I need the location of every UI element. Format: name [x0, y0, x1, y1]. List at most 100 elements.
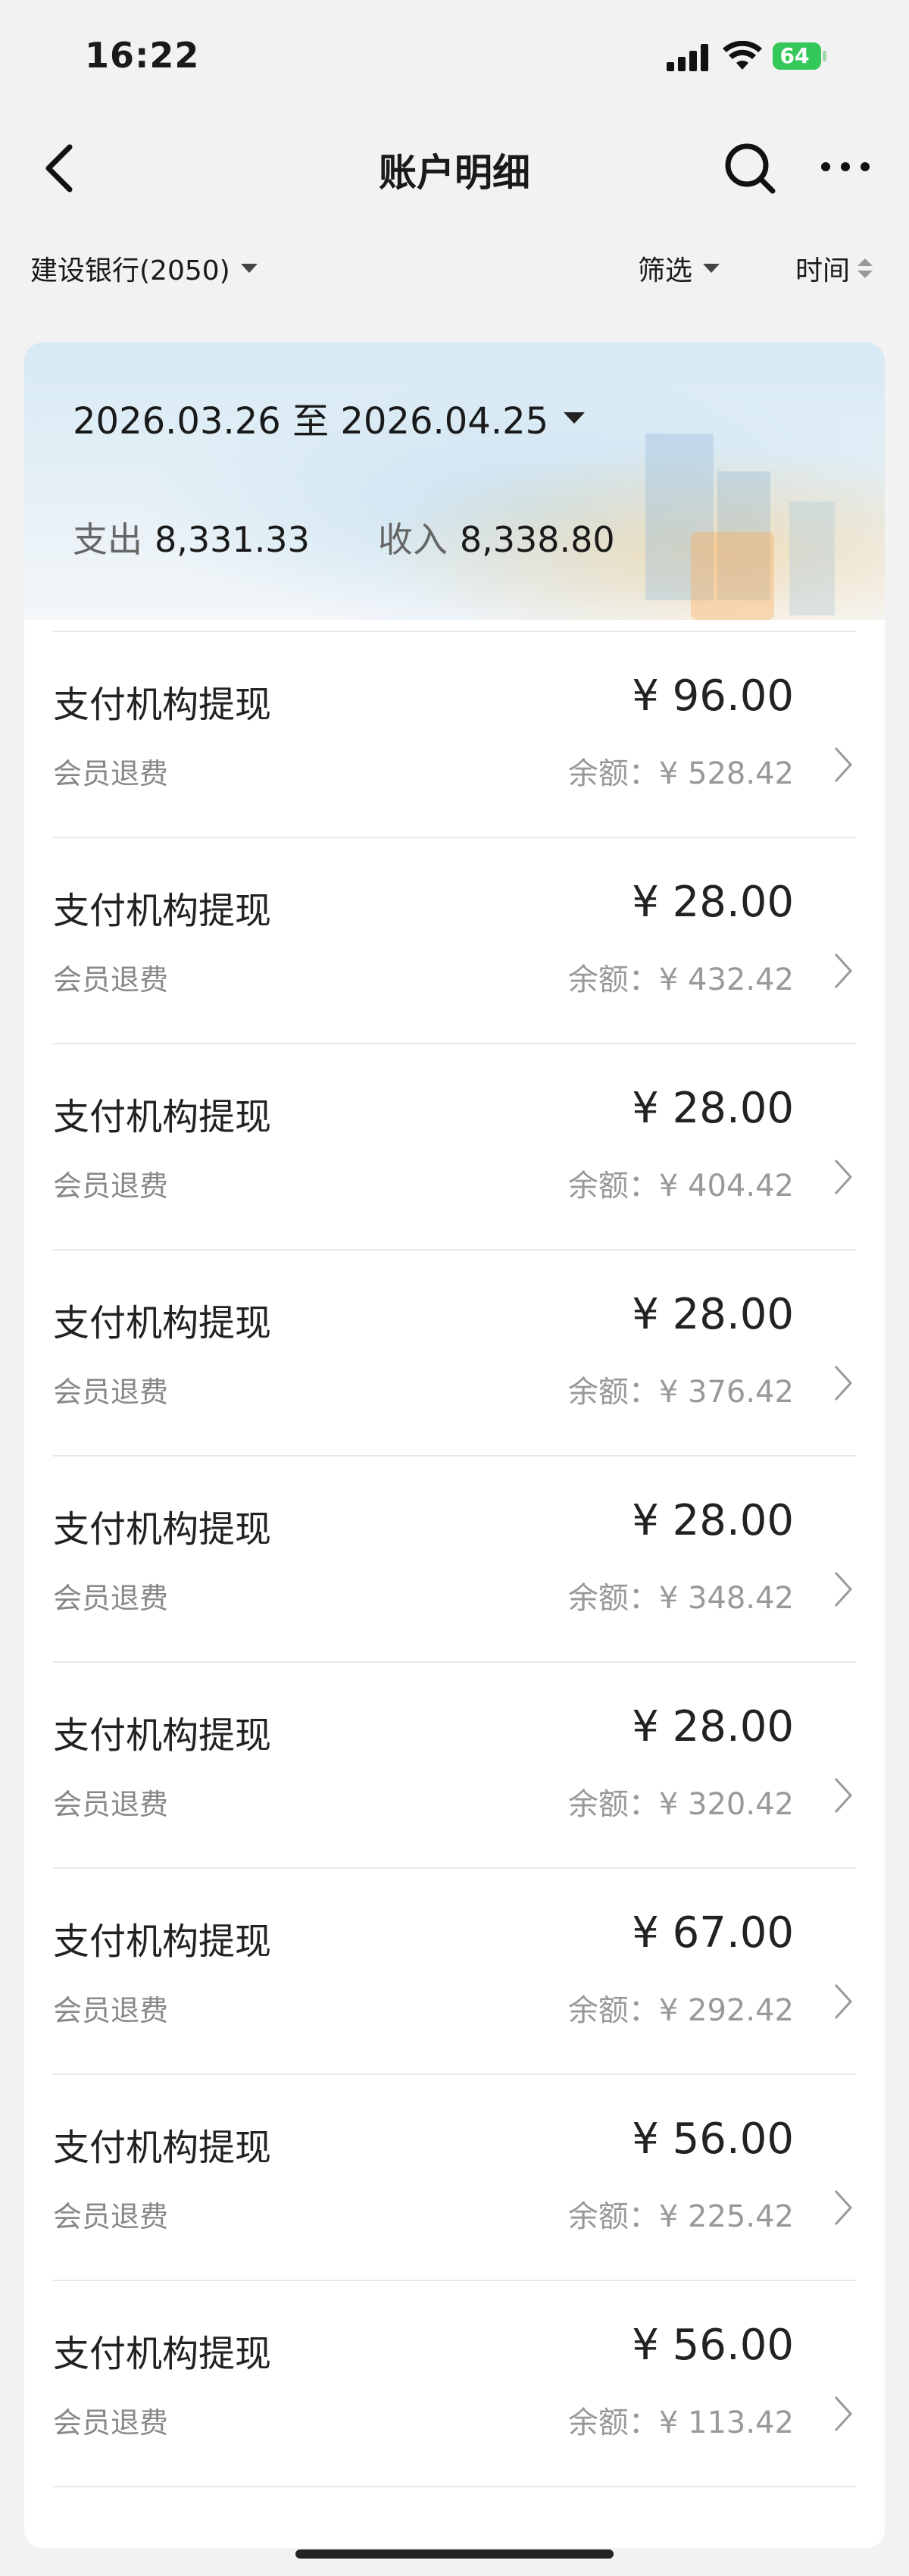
transaction-row[interactable]: 支付机构提现 ¥ 28.00 会员退费 余额：¥ 404.42 — [24, 1043, 885, 1249]
divider — [53, 2074, 856, 2075]
transaction-row[interactable]: 支付机构提现 ¥ 56.00 会员退费 余额：¥ 225.42 — [24, 2074, 885, 2280]
chevron-right-icon — [834, 953, 853, 989]
status-time: 16:22 — [85, 35, 200, 76]
divider — [53, 2280, 856, 2281]
dropdown-icon — [240, 264, 258, 273]
transaction-balance: 余额：¥ 528.42 — [567, 756, 794, 791]
transaction-name: 支付机构提现 — [53, 684, 272, 726]
transaction-row[interactable]: 支付机构提现 ¥ 67.00 会员退费 余额：¥ 292.42 — [24, 1867, 885, 2074]
chevron-right-icon — [834, 1983, 853, 2020]
transaction-balance: 余额：¥ 348.42 — [567, 1581, 794, 1616]
transaction-note: 会员退费 — [53, 1169, 169, 1203]
wifi-icon — [723, 41, 762, 70]
summary-banner: 2026.03.26 至 2026.04.25 支出 8,331.33 收入 8,3… — [24, 343, 885, 620]
dropdown-icon — [703, 264, 720, 273]
transaction-amount: ¥ 56.00 — [632, 2321, 794, 2370]
filter-label: 筛选 — [638, 255, 693, 286]
transaction-balance: 余额：¥ 404.42 — [567, 1169, 794, 1203]
cellular-signal-icon — [667, 44, 708, 71]
income-stat: 收入 8,338.80 — [378, 512, 615, 562]
banner-decoration — [789, 502, 835, 615]
transaction-note: 会员退费 — [53, 1376, 169, 1409]
transaction-amount: ¥ 28.00 — [632, 1084, 794, 1133]
transaction-row[interactable]: 支付机构提现 ¥ 96.00 会员退费 余额：¥ 528.42 — [24, 631, 885, 837]
transaction-amount: ¥ 28.00 — [632, 1290, 794, 1339]
divider — [53, 1455, 856, 1457]
transaction-note: 会员退费 — [53, 2406, 169, 2440]
expense-stat: 支出 8,331.33 — [73, 512, 310, 562]
transaction-row[interactable]: 支付机构提现 ¥ 28.00 会员退费 余额：¥ 432.42 — [24, 837, 885, 1043]
transaction-row — [24, 2486, 885, 2516]
filter-dropdown[interactable]: 筛选 — [638, 249, 720, 288]
transaction-amount: ¥ 56.00 — [632, 2114, 794, 2164]
transaction-balance: 余额：¥ 113.42 — [567, 2405, 794, 2440]
transaction-amount: ¥ 67.00 — [632, 1908, 794, 1958]
transaction-amount: ¥ 28.00 — [632, 878, 794, 927]
chevron-right-icon — [834, 1571, 853, 1607]
time-sort-label: 时间 — [795, 255, 851, 286]
transaction-note: 会员退费 — [53, 963, 169, 997]
transaction-name: 支付机构提现 — [53, 1508, 272, 1551]
transactions-card: 2026.03.26 至 2026.04.25 支出 8,331.33 收入 8,3… — [24, 343, 885, 2548]
summary-stats: 支出 8,331.33 收入 8,338.80 — [73, 512, 615, 562]
transaction-row[interactable]: 支付机构提现 ¥ 56.00 会员退费 余额：¥ 113.42 — [24, 2280, 885, 2486]
transaction-balance: 余额：¥ 292.42 — [567, 1993, 794, 2028]
status-bar: 16:22 64 — [0, 0, 909, 106]
transaction-amount: ¥ 28.00 — [632, 1496, 794, 1545]
transaction-row[interactable]: 支付机构提现 ¥ 28.00 会员退费 余额：¥ 376.42 — [24, 1249, 885, 1455]
chevron-right-icon — [834, 1365, 853, 1401]
transaction-row[interactable]: 支付机构提现 ¥ 28.00 会员退费 余额：¥ 320.42 — [24, 1661, 885, 1867]
transaction-name: 支付机构提现 — [53, 1920, 272, 1963]
search-icon[interactable] — [721, 139, 779, 197]
transaction-name: 支付机构提现 — [53, 2333, 272, 2375]
bank-account-label: 建设银行(2050) — [30, 255, 230, 286]
transaction-name: 支付机构提现 — [53, 1302, 272, 1344]
date-range-label: 2026.03.26 至 2026.04.25 — [73, 400, 549, 443]
transaction-balance: 余额：¥ 225.42 — [567, 2199, 794, 2234]
time-sort[interactable]: 时间 — [795, 249, 873, 288]
dropdown-icon — [564, 412, 586, 424]
divider — [53, 1661, 856, 1663]
date-range-selector[interactable]: 2026.03.26 至 2026.04.25 — [73, 391, 586, 444]
transaction-balance: 余额：¥ 320.42 — [567, 1787, 794, 1822]
more-icon[interactable] — [818, 158, 873, 176]
filter-bar: 建设银行(2050) 筛选 时间 — [0, 243, 909, 303]
expense-value: 8,331.33 — [155, 519, 310, 560]
transaction-name: 支付机构提现 — [53, 2127, 272, 2169]
divider — [53, 1043, 856, 1044]
chevron-right-icon — [834, 747, 853, 783]
transaction-note: 会员退费 — [53, 1582, 169, 1615]
chevron-right-icon — [834, 1159, 853, 1195]
transaction-balance: 余额：¥ 432.42 — [567, 962, 794, 997]
banner-decoration — [691, 532, 774, 620]
transaction-note: 会员退费 — [53, 757, 169, 790]
sort-icon — [857, 258, 873, 278]
income-value: 8,338.80 — [459, 519, 615, 560]
nav-bar: 账户明细 — [0, 121, 909, 212]
battery-level: 64 — [779, 43, 810, 68]
transaction-amount: ¥ 28.00 — [632, 1702, 794, 1751]
income-label: 收入 — [377, 519, 448, 560]
chevron-right-icon — [834, 2189, 853, 2226]
transaction-name: 支付机构提现 — [53, 890, 272, 932]
transaction-note: 会员退费 — [53, 1994, 169, 2027]
transaction-note: 会员退费 — [53, 2200, 169, 2233]
divider — [53, 1249, 856, 1250]
bank-account-selector[interactable]: 建设银行(2050) — [30, 249, 258, 288]
divider — [53, 1867, 856, 1869]
divider — [53, 631, 856, 632]
transaction-balance: 余额：¥ 376.42 — [567, 1375, 794, 1410]
divider — [53, 2486, 856, 2487]
chevron-right-icon — [834, 2396, 853, 2432]
transaction-row[interactable]: 支付机构提现 ¥ 28.00 会员退费 余额：¥ 348.42 — [24, 1455, 885, 1661]
battery-indicator: 64 — [773, 41, 827, 71]
transaction-list: 支付机构提现 ¥ 96.00 会员退费 余额：¥ 528.42 支付机构提现 ¥… — [24, 631, 885, 2516]
transaction-name: 支付机构提现 — [53, 1714, 272, 1757]
divider — [53, 837, 856, 838]
transaction-note: 会员退费 — [53, 1788, 169, 1821]
transaction-name: 支付机构提现 — [53, 1096, 272, 1138]
home-indicator[interactable] — [295, 2549, 614, 2559]
chevron-right-icon — [834, 1777, 853, 1814]
expense-label: 支出 — [73, 519, 142, 560]
transaction-amount: ¥ 96.00 — [632, 671, 794, 721]
